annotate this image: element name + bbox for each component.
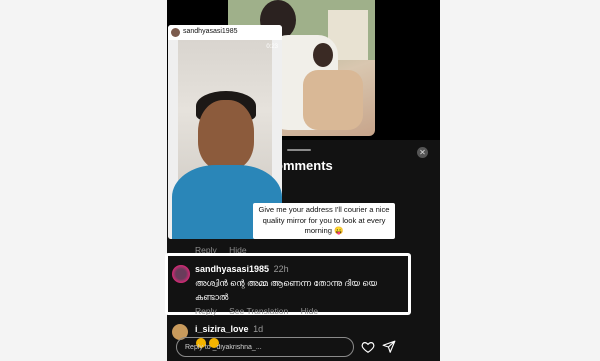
reply-bar[interactable] — [176, 337, 354, 357]
story-username[interactable]: sandhyasasi1985 — [183, 28, 238, 35]
comment-time: 1d — [253, 324, 264, 334]
person-face — [198, 100, 254, 170]
reply-link[interactable]: Reply — [195, 306, 217, 316]
story-header: sandhyasasi1985 — [168, 25, 282, 40]
story-avatar[interactable] — [171, 28, 180, 37]
reply-input[interactable] — [185, 341, 345, 353]
comment-actions: Reply See Translation Hide — [195, 306, 328, 316]
see-translation-link[interactable]: See Translation — [229, 306, 288, 316]
comment-text: അശ്വിൻ ന്റെ അമ്മ ആണെന്ന തോന്നു ദിയ യെ കണ… — [195, 278, 377, 302]
comment-username[interactable]: sandhyasasi1985 — [195, 264, 269, 274]
hide-link[interactable]: Hide — [301, 306, 318, 316]
close-icon[interactable]: ✕ — [417, 147, 428, 158]
avatar[interactable] — [172, 265, 190, 283]
story-caption: Give me your address I'll courier a nice… — [253, 203, 395, 239]
comment-username[interactable]: i_sizira_love — [195, 324, 249, 334]
comment-header: i_sizira_love 1d — [195, 324, 263, 334]
comment-header: sandhyasasi1985 22h — [195, 264, 289, 274]
sheet-drag-handle[interactable] — [287, 149, 311, 151]
send-icon[interactable] — [382, 340, 396, 354]
story-time: 0:23 — [266, 44, 278, 50]
comment-time: 22h — [273, 264, 289, 274]
heart-icon[interactable] — [361, 340, 375, 354]
comments-title: omments — [275, 158, 333, 173]
